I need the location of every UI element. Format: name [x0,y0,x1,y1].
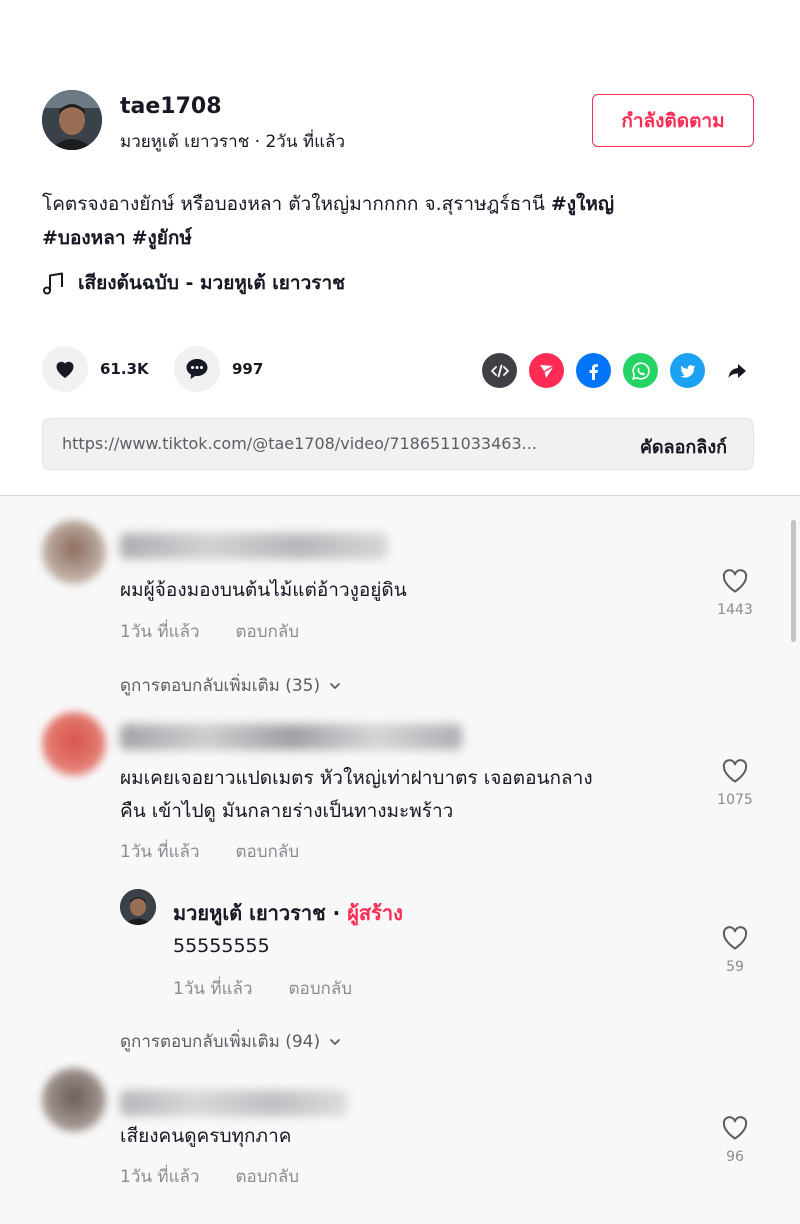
comment-time: 1วัน ที่แล้ว [120,622,200,642]
music-link[interactable]: เสียงต้นฉบับ - มวยหูเต้ เยาวราช [42,268,345,298]
post-time: 2วัน ที่แล้ว [265,132,345,152]
video-url[interactable]: https://www.tiktok.com/@tae1708/video/71… [62,434,582,453]
comment-count: 997 [232,360,264,378]
copy-link-box: https://www.tiktok.com/@tae1708/video/71… [42,418,754,470]
heart-outline-icon[interactable] [721,925,749,951]
reply-author: มวยหูเต้ เยาวราช · ผู้สร้าง [173,897,403,929]
comment-text: ผมเคยเจอยาวแปดเมตร หัวใหญ่เท่าฝาบาตร เจอ… [120,762,593,828]
comment-like[interactable]: 1443 [705,568,765,618]
whatsapp-icon[interactable] [623,353,658,388]
video-info-panel: tae1708 มวยหูเต้ เยาวราช · 2วัน ที่แล้ว … [0,0,800,496]
music-note-icon [43,272,63,295]
view-more-replies[interactable]: ดูการตอบกลับเพิ่มเติม (35) [120,672,342,699]
comment-text: เสียงคนดูครบทุกภาค [120,1125,292,1147]
separator-dot: · [254,132,266,152]
twitter-icon[interactable] [670,353,705,388]
separator-dot: · [325,901,348,925]
commenter-name-blurred[interactable] [120,724,462,750]
like-count: 1443 [717,602,753,618]
copy-link-button[interactable]: คัดลอกลิงก์ [640,432,727,461]
comment-text-line: ผมเคยเจอยาวแปดเมตร หัวใหญ่เท่าฝาบาตร เจอ… [120,767,593,789]
share-arrow-icon[interactable] [719,353,754,388]
caption-text: โคตรจงอางยักษ์ หรือบองหลา ตัวใหญ่มากกกก … [42,193,551,215]
send-icon[interactable] [529,353,564,388]
comment-text-line: คืน เข้าไปดู มันกลายร่างเป็นทางมะพร้าว [120,800,454,822]
heart-outline-icon[interactable] [721,758,749,784]
view-more-replies-label: ดูการตอบกลับเพิ่มเติม (35) [120,676,321,696]
facebook-icon[interactable] [576,353,611,388]
commenter-avatar[interactable] [42,712,106,776]
heart-outline-icon[interactable] [721,568,749,594]
commenter-avatar[interactable] [42,1068,106,1132]
comment-text: ผมผู้จ้องมองบนต้นไม้แต่อ้าวงูอยู่ดิน [120,579,407,601]
comment-action: 997 [174,346,263,392]
commenter-name-blurred[interactable] [120,1090,348,1116]
view-more-replies-label: ดูการตอบกลับเพิ่มเติม (94) [120,1032,321,1052]
reply-button[interactable]: ตอบกลับ [289,975,353,1002]
comment-time: 1วัน ที่แล้ว [120,1167,200,1187]
author-avatar[interactable] [42,90,102,150]
reply-text: 55555555 [173,935,270,957]
hashtag-link[interactable]: #งูยักษ์ [132,227,192,249]
hashtag-link[interactable]: #บองหลา [42,227,126,249]
author-username[interactable]: tae1708 [120,94,222,119]
comment-meta: 1วัน ที่แล้ว ตอบกลับ [120,838,299,865]
comment-like[interactable]: 1075 [705,758,765,808]
author-subtitle: มวยหูเต้ เยาวราช · 2วัน ที่แล้ว [120,128,345,155]
like-count: 1075 [717,792,753,808]
like-count: 96 [726,1149,744,1165]
hashtag-link[interactable]: #งูใหญ่ [551,193,614,215]
comment-like[interactable]: 96 [705,1115,765,1165]
reply-time: 1วัน ที่แล้ว [173,979,253,999]
heart-outline-icon[interactable] [721,1115,749,1141]
creator-avatar[interactable] [120,889,156,925]
comment-meta: 1วัน ที่แล้ว ตอบกลับ [120,618,299,645]
video-caption: โคตรจงอางยักษ์ หรือบองหลา ตัวใหญ่มากกกก … [42,187,742,255]
reply-button[interactable]: ตอบกลับ [236,838,300,865]
creator-name[interactable]: มวยหูเต้ เยาวราช [173,901,326,925]
commenter-avatar[interactable] [42,520,106,584]
music-title: เสียงต้นฉบับ - มวยหูเต้ เยาวราช [78,272,346,294]
heart-icon [56,361,74,378]
like-action: 61.3K [42,346,149,392]
comment-scrollbar[interactable] [791,520,796,642]
reply-meta: 1วัน ที่แล้ว ตอบกลับ [173,975,352,1002]
chevron-down-icon [330,1038,341,1045]
reply-like[interactable]: 59 [705,925,765,975]
creator-badge: ผู้สร้าง [347,901,403,925]
comment-meta: 1วัน ที่แล้ว ตอบกลับ [120,1163,299,1190]
comment-button[interactable] [174,346,220,392]
author-nickname[interactable]: มวยหูเต้ เยาวราช [120,132,249,152]
comment-bubble-icon [186,359,208,379]
view-more-replies[interactable]: ดูการตอบกลับเพิ่มเติม (94) [120,1028,342,1055]
following-button[interactable]: กำลังติดตาม [592,94,754,147]
reply-button[interactable]: ตอบกลับ [236,1163,300,1190]
commenter-name-blurred[interactable] [120,533,388,559]
reply-button[interactable]: ตอบกลับ [236,618,300,645]
comment-time: 1วัน ที่แล้ว [120,842,200,862]
embed-icon[interactable] [482,353,517,388]
chevron-down-icon [330,682,341,689]
like-count: 59 [726,959,744,975]
like-count: 61.3K [100,360,149,378]
like-button[interactable] [42,346,88,392]
